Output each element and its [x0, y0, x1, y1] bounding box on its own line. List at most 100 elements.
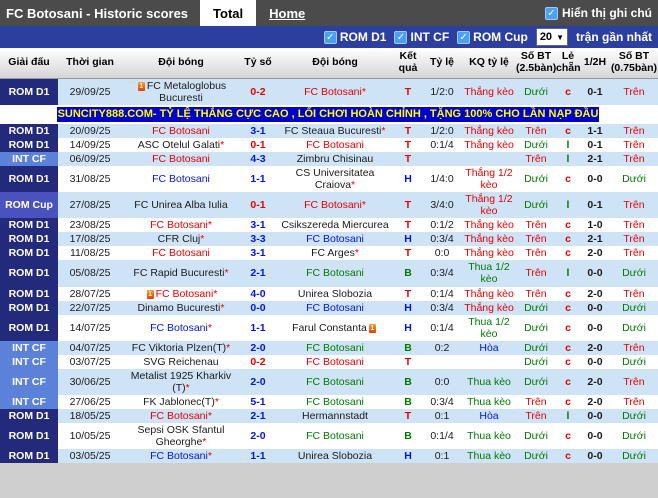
home-team[interactable]: ASC Otelul Galati*	[122, 138, 240, 152]
away-team[interactable]: CS Universitatea Craiova*	[276, 166, 394, 192]
league-badge[interactable]: ROM D1	[0, 260, 58, 286]
promo-banner[interactable]: SUNCITY888.COM- TỶ LỆ THẮNG CỰC CAO , LỐ…	[57, 107, 599, 122]
league-badge[interactable]: INT CF	[0, 341, 58, 355]
league-badge[interactable]: ROM Cup	[0, 192, 58, 218]
league-badge[interactable]: ROM D1	[0, 218, 58, 232]
away-team[interactable]: FC Botosani	[276, 138, 394, 152]
league-badge[interactable]: ROM D1	[0, 287, 58, 301]
team-name: Csikszereda Miercurea	[281, 219, 388, 231]
result-letter: H	[394, 166, 422, 192]
half-time-score: 2-0	[580, 369, 610, 395]
column-header: Tỷ số	[240, 48, 276, 79]
home-team[interactable]: FC Viktoria Plzen(T)*	[122, 341, 240, 355]
league-badge[interactable]: ROM D1	[0, 409, 58, 423]
league-badge[interactable]: ROM D1	[0, 315, 58, 341]
handicap-odds: 0:1/2	[422, 218, 462, 232]
handicap-odds	[422, 355, 462, 369]
home-team[interactable]: FC Botosani*	[122, 449, 240, 463]
away-team[interactable]: FC Arges*	[276, 246, 394, 260]
favorite-star-icon: *	[208, 322, 212, 334]
checkbox-checked-icon[interactable]: ✓	[394, 31, 407, 44]
league-badge[interactable]: ROM D1	[0, 301, 58, 315]
home-team[interactable]: FC Botosani*	[122, 218, 240, 232]
away-team[interactable]: FC Botosani	[276, 260, 394, 286]
handicap-result: Thắng kèo	[462, 232, 516, 246]
home-team[interactable]: FC Botosani*	[122, 315, 240, 341]
league-badge[interactable]: INT CF	[0, 152, 58, 166]
away-team[interactable]: FC Botosani	[276, 369, 394, 395]
checkbox-checked-icon[interactable]: ✓	[457, 31, 470, 44]
tab-total[interactable]: Total	[200, 0, 256, 26]
final-score: 1-1	[240, 166, 276, 192]
away-team[interactable]: Zimbru Chisinau	[276, 152, 394, 166]
away-team[interactable]: Hermannstadt	[276, 409, 394, 423]
league-badge[interactable]: ROM D1	[0, 138, 58, 152]
league-badge[interactable]: ROM D1	[0, 232, 58, 246]
home-team[interactable]: FC Unirea Alba Iulia	[122, 192, 240, 218]
away-team[interactable]: FC Botosani	[276, 301, 394, 315]
show-notes-toggle[interactable]: ✓ Hiển thị ghi chú	[545, 0, 658, 26]
column-header: Đội bóng	[276, 48, 394, 79]
home-team[interactable]: SVG Reichenau	[122, 355, 240, 369]
filter-rom-d1[interactable]: ✓ROM D1	[324, 30, 387, 44]
away-team[interactable]: FC Botosani	[276, 355, 394, 369]
home-team[interactable]: Sepsi OSK Sfantul Gheorghe*	[122, 423, 240, 449]
checkbox-checked-icon[interactable]: ✓	[545, 7, 558, 20]
away-team[interactable]: Unirea Slobozia	[276, 287, 394, 301]
header-row: Giải đấuThời gianĐội bóngTỷ sốĐội bóngKế…	[0, 48, 658, 79]
match-date: 31/08/25	[58, 166, 122, 192]
home-team[interactable]: Dinamo Bucuresti*	[122, 301, 240, 315]
column-header: KQ tỷ lệ	[462, 48, 516, 79]
final-score: 0-1	[240, 138, 276, 152]
home-team[interactable]: FK Jablonec(T)*	[122, 395, 240, 409]
away-team[interactable]: Csikszereda Miercurea	[276, 218, 394, 232]
filter-rom-cup[interactable]: ✓ROM Cup	[457, 30, 528, 44]
checkbox-checked-icon[interactable]: ✓	[324, 31, 337, 44]
league-badge[interactable]: ROM D1	[0, 246, 58, 260]
league-badge[interactable]: ROM D1	[0, 79, 58, 106]
match-row: ROM D110/05/25Sepsi OSK Sfantul Gheorghe…	[0, 423, 658, 449]
home-team[interactable]: FC Botosani	[122, 124, 240, 138]
away-team[interactable]: Unirea Slobozia	[276, 449, 394, 463]
recent-count-select[interactable]: 20 ▼	[536, 28, 568, 46]
away-team[interactable]: FC Botosani	[276, 232, 394, 246]
league-badge[interactable]: ROM D1	[0, 449, 58, 463]
team-name: FC Botosani	[304, 86, 362, 98]
home-team[interactable]: Metalist 1925 Kharkiv (T)*	[122, 369, 240, 395]
away-team[interactable]: FC Steaua Bucuresti*	[276, 124, 394, 138]
match-date: 27/08/25	[58, 192, 122, 218]
over-under-2-5: Trên	[516, 152, 556, 166]
away-team[interactable]: FC Botosani*	[276, 79, 394, 106]
favorite-star-icon: *	[362, 199, 366, 211]
league-badge[interactable]: ROM D1	[0, 423, 58, 449]
league-badge[interactable]: ROM D1	[0, 166, 58, 192]
filter-label: INT CF	[410, 30, 449, 44]
home-team[interactable]: FC Rapid Bucuresti*	[122, 260, 240, 286]
home-team[interactable]: CFR Cluj*	[122, 232, 240, 246]
home-team[interactable]: FC Botosani	[122, 166, 240, 192]
home-team[interactable]: 1FC Metaloglobus Bucuresti	[122, 79, 240, 106]
away-team[interactable]: FC Botosani*	[276, 192, 394, 218]
match-row: INT CF30/06/25Metalist 1925 Kharkiv (T)*…	[0, 369, 658, 395]
away-team[interactable]: Farul Constanta1	[276, 315, 394, 341]
home-team[interactable]: FC Botosani	[122, 152, 240, 166]
filter-int-cf[interactable]: ✓INT CF	[394, 30, 449, 44]
league-badge[interactable]: INT CF	[0, 395, 58, 409]
handicap-result: Hòa	[462, 409, 516, 423]
match-row: INT CF04/07/25FC Viktoria Plzen(T)*2-0FC…	[0, 341, 658, 355]
handicap-result: Thắng 1/2 kèo	[462, 166, 516, 192]
league-badge[interactable]: INT CF	[0, 355, 58, 369]
tab-home[interactable]: Home	[256, 0, 318, 26]
home-team[interactable]: 1FC Botosani*	[122, 287, 240, 301]
league-badge[interactable]: ROM D1	[0, 124, 58, 138]
home-team[interactable]: FC Botosani	[122, 246, 240, 260]
away-team[interactable]: FC Botosani	[276, 341, 394, 355]
home-team[interactable]: FC Botosani*	[122, 409, 240, 423]
league-badge[interactable]: INT CF	[0, 369, 58, 395]
result-letter: T	[394, 409, 422, 423]
column-header: Tỷ lệ	[422, 48, 462, 79]
team-name: FC Botosani	[306, 302, 364, 314]
away-team[interactable]: FC Botosani	[276, 423, 394, 449]
away-team[interactable]: FC Botosani	[276, 395, 394, 409]
odd-even: c	[556, 79, 580, 106]
